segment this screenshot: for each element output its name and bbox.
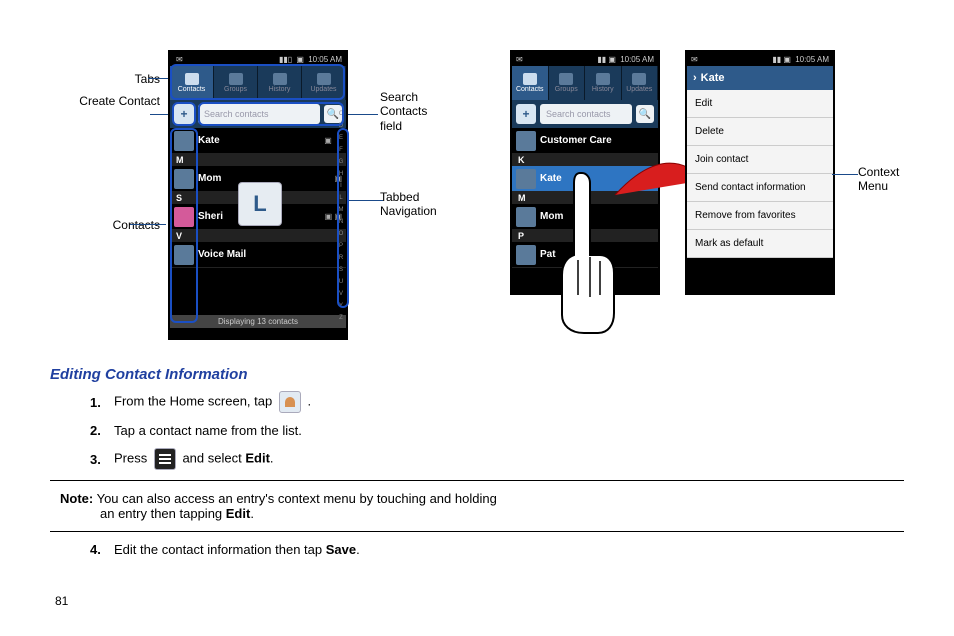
phone-contacts-annotated: ✉ ▮▮▯ ▣ 10:05 AM Contacts Groups History… xyxy=(168,50,348,340)
context-item-send[interactable]: Send contact information xyxy=(687,174,833,202)
tabs-bar: Contacts Groups History Updates xyxy=(170,66,346,100)
step-2: 2. Tap a contact name from the list. xyxy=(90,423,904,438)
search-bar: + Search contacts 🔍 xyxy=(512,100,658,128)
label-tabs: Tabs xyxy=(135,72,160,86)
context-item-markdefault[interactable]: Mark as default xyxy=(687,230,833,258)
separator xyxy=(50,531,904,532)
status-bar: ✉ ▮▮ ▣ 10:05 AM xyxy=(512,52,658,66)
battery-icon: ▣ xyxy=(296,55,304,64)
tab-history[interactable]: History xyxy=(258,66,302,100)
avatar xyxy=(174,207,194,227)
search-bar: + Search contacts 🔍 xyxy=(170,100,346,128)
list-footer: Displaying 13 contacts xyxy=(170,315,346,328)
page-number: 81 xyxy=(55,594,68,608)
tab-contacts[interactable]: Contacts xyxy=(170,66,214,100)
search-input[interactable]: Search contacts xyxy=(540,104,632,124)
avatar xyxy=(174,131,194,151)
swap-icon xyxy=(273,73,287,85)
context-item-edit[interactable]: Edit xyxy=(687,90,833,118)
context-item-delete[interactable]: Delete xyxy=(687,118,833,146)
tab-groups[interactable]: Groups xyxy=(214,66,258,100)
label-create-contact: Create Contact xyxy=(79,94,160,108)
steps-list-cont: 4. Edit the contact information then tap… xyxy=(50,542,904,557)
mail-icon: ✉ xyxy=(176,55,183,64)
avatar xyxy=(174,245,194,265)
signal-icon: ▮▮▯ xyxy=(279,55,292,64)
note-block: Note: You can also access an entry's con… xyxy=(50,491,904,521)
tab-contacts[interactable]: Contacts xyxy=(512,66,549,100)
status-bar: ✉ ▮▮▯ ▣ 10:05 AM xyxy=(170,52,346,66)
updates-icon xyxy=(317,73,331,85)
contacts-app-icon xyxy=(279,391,301,413)
tab-updates[interactable]: Updates xyxy=(622,66,659,100)
tab-updates[interactable]: Updates xyxy=(302,66,346,100)
separator xyxy=(50,480,904,481)
search-input[interactable]: Search contacts xyxy=(198,104,320,124)
label-search-field: Search Contacts field xyxy=(380,90,427,133)
contact-row[interactable]: Kate▣ ⋮ xyxy=(170,128,346,154)
search-icon[interactable]: 🔍 xyxy=(636,105,654,123)
step-4: 4. Edit the contact information then tap… xyxy=(90,542,904,557)
menu-hardkey-icon xyxy=(154,448,176,470)
create-contact-button[interactable]: + xyxy=(516,104,536,124)
tabs-bar: Contacts Groups History Updates xyxy=(512,66,658,100)
left-figure: Tabs Create Contact Contacts Search Cont… xyxy=(50,50,470,350)
step-3: 3. Press and select Edit. xyxy=(90,448,904,470)
alpha-index[interactable]: CDEFGHILMNOPRSUVYZ xyxy=(336,108,346,324)
contact-list[interactable]: Kate▣ ⋮ M Mom▣ S Sheri▣ ▣ V Voice Mail D… xyxy=(170,128,346,328)
context-item-join[interactable]: Join contact xyxy=(687,146,833,174)
person-icon xyxy=(185,73,199,85)
context-menu-title: › Kate xyxy=(687,66,833,90)
status-bar: ✉ ▮▮ ▣ 10:05 AM xyxy=(687,52,833,66)
tab-groups[interactable]: Groups xyxy=(549,66,586,100)
label-tabbed-nav: Tabbed Navigation xyxy=(380,190,437,219)
section-heading: Editing Contact Information xyxy=(50,366,904,383)
step-1: 1. From the Home screen, tap . xyxy=(90,391,904,413)
label-contacts: Contacts xyxy=(113,218,160,232)
clock-label: 10:05 AM xyxy=(308,55,342,64)
group-icon xyxy=(229,73,243,85)
section-header: M xyxy=(170,154,346,166)
contact-row[interactable]: Voice Mail xyxy=(170,242,346,268)
label-context-menu: Context Menu xyxy=(858,165,899,194)
tab-history[interactable]: History xyxy=(585,66,622,100)
section-header: V xyxy=(170,230,346,242)
right-figure: ✉ ▮▮ ▣ 10:05 AM Contacts Groups History … xyxy=(510,50,904,350)
steps-list: 1. From the Home screen, tap . 2. Tap a … xyxy=(50,391,904,470)
scroll-letter-overlay: L xyxy=(238,182,282,226)
create-contact-button[interactable]: + xyxy=(174,104,194,124)
chevron-icon: › xyxy=(693,72,697,84)
avatar xyxy=(174,169,194,189)
context-item-removefav[interactable]: Remove from favorites xyxy=(687,202,833,230)
phone-context-menu: ✉ ▮▮ ▣ 10:05 AM › Kate Edit Delete Join … xyxy=(685,50,835,295)
